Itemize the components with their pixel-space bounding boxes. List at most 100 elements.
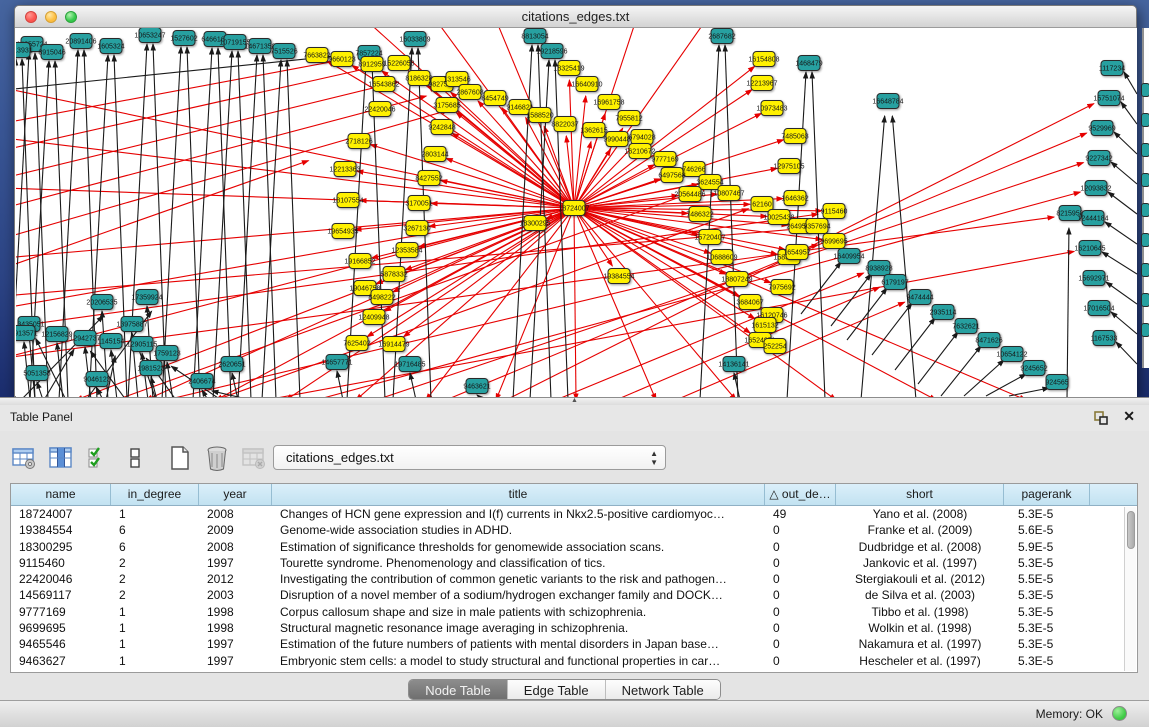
panel-splitter[interactable]: ▲: [0, 397, 1149, 405]
table-row[interactable]: 1938455462009Genome-wide association stu…: [11, 522, 1137, 538]
graph-node[interactable]: 22420046: [364, 102, 395, 117]
graph-node[interactable]: 1654957: [783, 245, 810, 260]
graph-node[interactable]: 12975105: [773, 159, 804, 174]
graph-node[interactable]: 16154808: [748, 52, 779, 67]
graph-node[interactable]: 12905115: [127, 337, 158, 352]
graph-node[interactable]: 3267130: [403, 221, 430, 236]
graph-node[interactable]: 9242848: [428, 120, 455, 135]
graph-node[interactable]: 13975887: [116, 317, 147, 332]
tab-edge-table[interactable]: Edge Table: [507, 680, 605, 699]
graph-node[interactable]: 17016504: [1083, 301, 1114, 316]
table-row[interactable]: 2242004622012Investigating the contribut…: [11, 571, 1137, 587]
graph-node[interactable]: 2687682: [708, 29, 735, 44]
graph-node[interactable]: 10807467: [713, 186, 744, 201]
graph-node[interactable]: 10654122: [996, 347, 1027, 362]
graph-node[interactable]: 8454749: [481, 91, 508, 106]
attribute-table[interactable]: namein_degreeyeartitle△ out_de…shortpage…: [10, 483, 1138, 673]
graph-node[interactable]: 8498222: [368, 290, 395, 305]
graph-node[interactable]: 16033809: [399, 32, 430, 47]
table-row[interactable]: 969969511998Structural magnetic resonanc…: [11, 620, 1137, 636]
graph-node[interactable]: [1141, 143, 1149, 157]
graph-node[interactable]: 18807249: [721, 272, 752, 287]
row-height-icon[interactable]: [121, 444, 149, 472]
graph-node[interactable]: 2803144: [421, 147, 448, 162]
graph-node[interactable]: [1141, 113, 1149, 127]
graph-node[interactable]: 17359924: [131, 290, 162, 305]
graph-node[interactable]: [1141, 233, 1149, 247]
delete-rows-trash-icon[interactable]: [203, 444, 231, 472]
graph-node[interactable]: 8822037: [551, 117, 578, 132]
graph-node[interactable]: 7632621: [952, 319, 979, 334]
graph-node[interactable]: 9463621: [463, 379, 490, 394]
graph-node[interactable]: 10973483: [756, 101, 787, 116]
network-canvas-container[interactable]: 1872400714055724208914061065324715276026…: [16, 28, 1137, 397]
network-canvas[interactable]: 1872400714055724208914061065324715276026…: [16, 28, 1137, 397]
graph-node[interactable]: 2406674: [188, 374, 215, 389]
graph-node[interactable]: 10653247: [134, 28, 165, 43]
graph-node[interactable]: 2620651: [218, 357, 245, 372]
graph-node[interactable]: 252254: [763, 339, 786, 354]
graph-node[interactable]: 18300295: [519, 216, 550, 231]
graph-node[interactable]: 19218596: [536, 44, 567, 59]
table-row[interactable]: 946362711997Embryonic stem cells: a mode…: [11, 653, 1137, 669]
select-all-check-icon[interactable]: [84, 444, 112, 472]
graph-node[interactable]: 14136141: [718, 357, 749, 372]
graph-node[interactable]: 1646362: [781, 191, 808, 206]
background-window-sliver[interactable]: [1142, 28, 1149, 368]
float-panel-icon[interactable]: [1093, 410, 1109, 426]
graph-node[interactable]: 6497568: [658, 168, 685, 183]
graph-node[interactable]: 62160: [751, 197, 773, 212]
graph-node[interactable]: 2867608: [456, 85, 483, 100]
graph-node[interactable]: 9115460: [821, 204, 848, 219]
graph-node[interactable]: 12409948: [358, 310, 389, 325]
graph-node[interactable]: 7625402: [343, 336, 370, 351]
graph-node[interactable]: 8938928: [865, 261, 892, 276]
column-header-title[interactable]: title: [272, 484, 765, 505]
table-row[interactable]: 1872400712008Changes of HCN gene express…: [11, 506, 1137, 522]
graph-node[interactable]: 18107554: [332, 193, 363, 208]
graph-node[interactable]: 7485063: [781, 129, 808, 144]
graph-node[interactable]: 1468479: [795, 56, 822, 71]
tab-network-table[interactable]: Network Table: [605, 680, 720, 699]
graph-node[interactable]: 9990448: [603, 132, 630, 147]
table-row[interactable]: 946554611997Estimation of the future num…: [11, 636, 1137, 652]
graph-node[interactable]: 12093832: [1080, 181, 1111, 196]
graph-node[interactable]: 20564486: [674, 187, 705, 202]
graph-node[interactable]: 1145154: [98, 334, 125, 349]
graph-node[interactable]: 12213363: [329, 162, 360, 177]
graph-node[interactable]: 9357694: [803, 219, 830, 234]
graph-node[interactable]: 1362615: [580, 123, 607, 138]
network-view-window[interactable]: citations_edges.txt 18724007140557242089…: [14, 5, 1137, 397]
graph-node[interactable]: 15226058: [383, 56, 414, 71]
table-row[interactable]: 1830029562008Estimation of significance …: [11, 539, 1137, 555]
graph-node[interactable]: 14657771: [321, 355, 352, 370]
graph-node[interactable]: 9046123: [83, 372, 110, 387]
graph-node[interactable]: 12444184: [1077, 211, 1108, 226]
graph-node[interactable]: 20206535: [86, 295, 117, 310]
graph-node[interactable]: 16543862: [368, 77, 399, 92]
graph-node[interactable]: 20891406: [65, 34, 96, 49]
graph-node[interactable]: 1981523: [137, 361, 164, 376]
graph-node[interactable]: 6179197: [881, 275, 908, 290]
graph-node[interactable]: 8915046: [38, 45, 65, 60]
graph-node[interactable]: 9313931: [16, 43, 33, 58]
table-row[interactable]: 911546021997Tourette syndrome. Phenomeno…: [11, 555, 1137, 571]
graph-node[interactable]: 9660123: [328, 52, 355, 67]
graph-node[interactable]: [1141, 173, 1149, 187]
graph-node[interactable]: 9245652: [1020, 361, 1047, 376]
graph-node[interactable]: 3913571: [16, 326, 38, 341]
graph-node[interactable]: 16210645: [1074, 241, 1105, 256]
column-header-short[interactable]: short: [836, 484, 1004, 505]
graph-node[interactable]: 8813054: [521, 29, 548, 44]
column-header-pagerank[interactable]: pagerank: [1004, 484, 1090, 505]
graph-node[interactable]: 12213967: [746, 76, 777, 91]
vertical-scrollbar[interactable]: [1124, 507, 1136, 671]
graph-node[interactable]: 1605324: [97, 39, 124, 54]
graph-node[interactable]: 9777169: [651, 152, 678, 167]
close-panel-icon[interactable]: ✕: [1123, 408, 1135, 425]
graph-node[interactable]: 5051358: [23, 366, 50, 381]
graph-node[interactable]: 12156829: [41, 327, 72, 342]
graph-node[interactable]: 15692971: [1078, 271, 1109, 286]
graph-node[interactable]: 19654935: [327, 224, 358, 239]
graph-node[interactable]: 2935114: [930, 305, 957, 320]
